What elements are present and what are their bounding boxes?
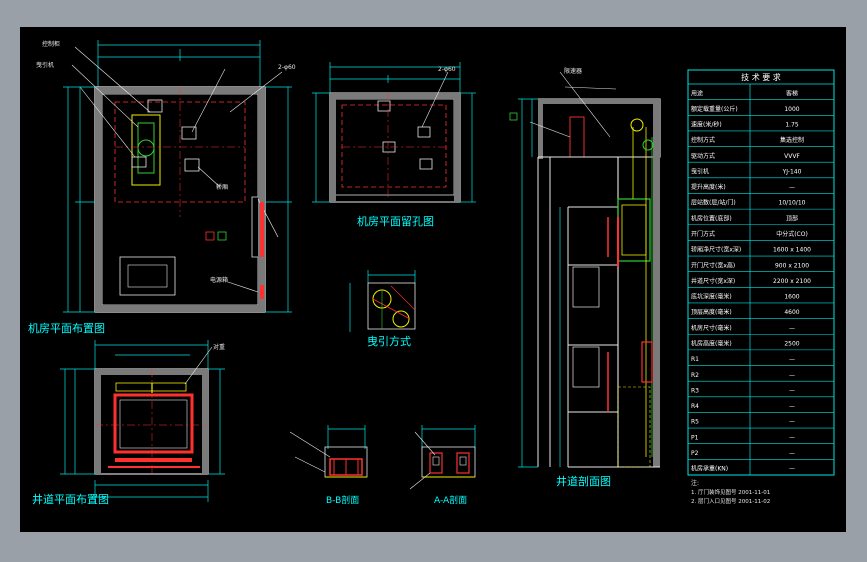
callout-hole-a: 2-φ60 [278, 64, 296, 71]
right-dimensions [265, 86, 292, 313]
traction-method-title: 曳引方式 [367, 334, 411, 348]
spec-row-value: 1600 x 1400 [773, 247, 811, 254]
spec-row-label: 控制方式 [691, 136, 715, 144]
spec-row-value: 客梯 [786, 89, 798, 97]
spec-row-label: R4 [691, 403, 699, 410]
spec-row-value: 4600 [784, 309, 799, 316]
wall-hatch-left [95, 87, 102, 312]
spec-row-value: — [789, 356, 795, 363]
spec-row-value: — [789, 466, 795, 473]
callout-hole-b: 2-φ60 [438, 66, 456, 73]
callout-control-cabinet: 控制柜 [42, 40, 60, 48]
hoistway-section-diagram [509, 71, 661, 468]
spec-row-value: — [789, 419, 795, 426]
spec-row-value: — [789, 372, 795, 379]
spec-row-label: 速度(米/秒) [691, 121, 722, 129]
machine-room-layout-title: 机房平面布置图 [28, 321, 105, 335]
spec-table-rows: 用途 客梯额定载重量(公斤) 1000 速度(米/秒) 1.75 控制方式 集选控制驱动方式… [688, 89, 834, 473]
rope-hole-3 [184, 158, 200, 172]
spec-row-label: 机房承重(KN) [691, 465, 728, 473]
cad-drawing: 机房平面布置图 控制柜 曳引机 2-φ60 轿厢 电源箱 2-φ60 机房平面留… [28, 40, 835, 506]
spec-table-header: 技 术 要 求 [741, 72, 781, 82]
spec-row-label: 机房高度(毫米) [691, 340, 732, 348]
spec-row-label: R3 [691, 387, 699, 394]
spec-row-label: P2 [691, 450, 699, 457]
spec-row-label: 底坑深度(毫米) [691, 293, 732, 301]
spec-row-value: — [789, 184, 795, 191]
spec-row-value: 2500 [784, 341, 799, 348]
spec-row-value: 集选控制 [780, 136, 804, 144]
spec-row-label: 开门尺寸(宽x高) [691, 261, 735, 269]
callout-counterweight: 对重 [213, 343, 225, 351]
spec-table: 用途 客梯额定载重量(公斤) 1000 速度(米/秒) 1.75 控制方式 集选控制驱动方式… [687, 69, 835, 476]
cad-viewport: 机房平面布置图 控制柜 曳引机 2-φ60 轿厢 电源箱 2-φ60 机房平面留… [0, 0, 867, 562]
machine-room-holes-title: 机房平面留孔图 [357, 214, 434, 228]
hoistway-layout-title: 井道平面布置图 [32, 492, 109, 506]
machine-room-holes-plan [312, 62, 476, 203]
hoistway-layout-plan [60, 340, 225, 502]
callout-power-box: 电源箱 [210, 276, 228, 284]
machine-room-layout-plan [63, 40, 292, 313]
spec-notes-header: 注: [691, 479, 699, 487]
spec-row-value: 顶部 [786, 214, 798, 222]
spec-row-label: 顶层高度(毫米) [691, 308, 732, 316]
spec-row-value: 2200 x 2100 [773, 278, 811, 285]
rope-hole-4 [131, 156, 147, 168]
spec-row-value: 1.75 [785, 122, 799, 129]
spec-row-label: 额定载重量(公斤) [691, 105, 738, 113]
spec-row-value: 900 x 2100 [775, 262, 809, 269]
spec-row-label: 层站数(层/站/门) [691, 199, 736, 207]
spec-row-label: 机房尺寸(毫米) [691, 324, 732, 332]
spec-row-label: 开门方式 [691, 230, 715, 238]
room-inner-wall [97, 93, 259, 306]
spec-row-value: — [789, 387, 795, 394]
wall-hatch-bottom [95, 305, 265, 312]
sheave [137, 139, 155, 157]
section-b-diagram [289, 425, 368, 478]
callout-speed-governor: 限速器 [564, 67, 582, 75]
spec-row-value: 10/10/10 [779, 200, 806, 207]
wall-hatch-right [258, 87, 265, 312]
callout-traction-machine: 曳引机 [36, 61, 54, 69]
spec-row-value: 中分式(CO) [776, 230, 808, 238]
spec-row-value: — [789, 403, 795, 410]
spec-row-label: R2 [691, 372, 699, 379]
left-dimensions [63, 86, 95, 313]
spec-row-label: 轿厢净尺寸(宽x深) [691, 246, 741, 254]
spec-row-label: 曳引机 [691, 167, 709, 175]
drawing-canvas[interactable]: 机房平面布置图 控制柜 曳引机 2-φ60 轿厢 电源箱 2-φ60 机房平面留… [20, 27, 846, 532]
spec-note-1: 1. 厅门装饰见图号 2001-11-01 [691, 488, 770, 496]
spec-row-label: 提升高度(米) [691, 183, 726, 191]
spec-row-value: — [789, 434, 795, 441]
section-a-title: A-A剖面 [434, 494, 467, 506]
section-b-title: B-B剖面 [326, 494, 359, 506]
spec-row-value: YJ-140 [782, 168, 802, 175]
spec-row-value: VVVF [784, 153, 800, 160]
door-leaf [260, 202, 264, 257]
traction-method-diagram [349, 270, 416, 332]
spec-row-value: — [789, 325, 795, 332]
callout-car: 轿厢 [216, 183, 228, 191]
spec-row-label: R1 [691, 356, 699, 363]
spec-row-value: — [789, 450, 795, 457]
control-cabinet-inner [127, 264, 168, 288]
spec-note-2: 2. 层门入口见图号 2001-11-02 [691, 497, 770, 505]
spec-row-value: 1600 [784, 294, 799, 301]
spec-row-value: 1000 [784, 106, 799, 113]
top-dimensions [97, 40, 261, 87]
hoistway-section-title: 井道剖面图 [556, 474, 611, 488]
spec-row-label: 井道尺寸(宽x深) [691, 277, 735, 285]
spec-row-label: 用途 [691, 89, 703, 97]
spec-row-label: R5 [691, 419, 699, 426]
callout-leaders [71, 46, 283, 293]
hoistway-top-dimensions [94, 340, 209, 369]
spec-row-label: 驱动方式 [691, 152, 715, 160]
spec-row-label: 机房位置(底部) [691, 214, 732, 222]
spec-row-label: P1 [691, 434, 699, 441]
section-a-diagram [409, 425, 476, 490]
